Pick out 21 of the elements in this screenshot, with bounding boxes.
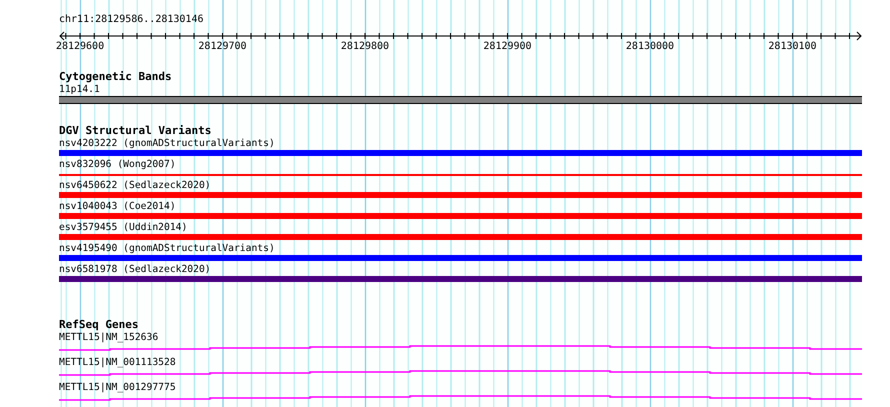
gene-label: METTL15|NM_001297775: [59, 381, 176, 394]
gene-label: METTL15|NM_001113528: [59, 356, 176, 369]
variant-label: nsv4195490 (gnomADStructuralVariants): [59, 242, 275, 255]
track-title: Cytogenetic Bands: [59, 71, 172, 83]
ruler-label: 28129800: [340, 41, 390, 52]
ruler-label: 28129900: [483, 41, 532, 52]
ruler-label: 28130100: [768, 41, 817, 52]
variant-label: nsv1040043 (Coe2014): [59, 200, 176, 213]
ruler-label: 28129600: [56, 41, 104, 52]
variant-label: nsv4203222 (gnomADStructuralVariants): [59, 137, 275, 150]
ruler-label: 28130000: [626, 41, 674, 52]
location-label: chr11:28129586..28130146: [59, 13, 204, 27]
variant-label: nsv6581978 (Sedlazeck2020): [59, 263, 211, 276]
variant-label: nsv832096 (Wong2007): [59, 158, 176, 171]
track-title: RefSeq Genes: [59, 319, 138, 331]
variant-label: nsv6450622 (Sedlazeck2020): [59, 179, 211, 192]
track-title: DGV Structural Variants: [59, 125, 212, 137]
ruler-label: 28129700: [198, 41, 247, 52]
variant-label: esv3579455 (Uddin2014): [59, 221, 188, 234]
gene-label: METTL15|NM_152636: [59, 331, 158, 344]
band-label: 11p14.1: [59, 83, 100, 96]
